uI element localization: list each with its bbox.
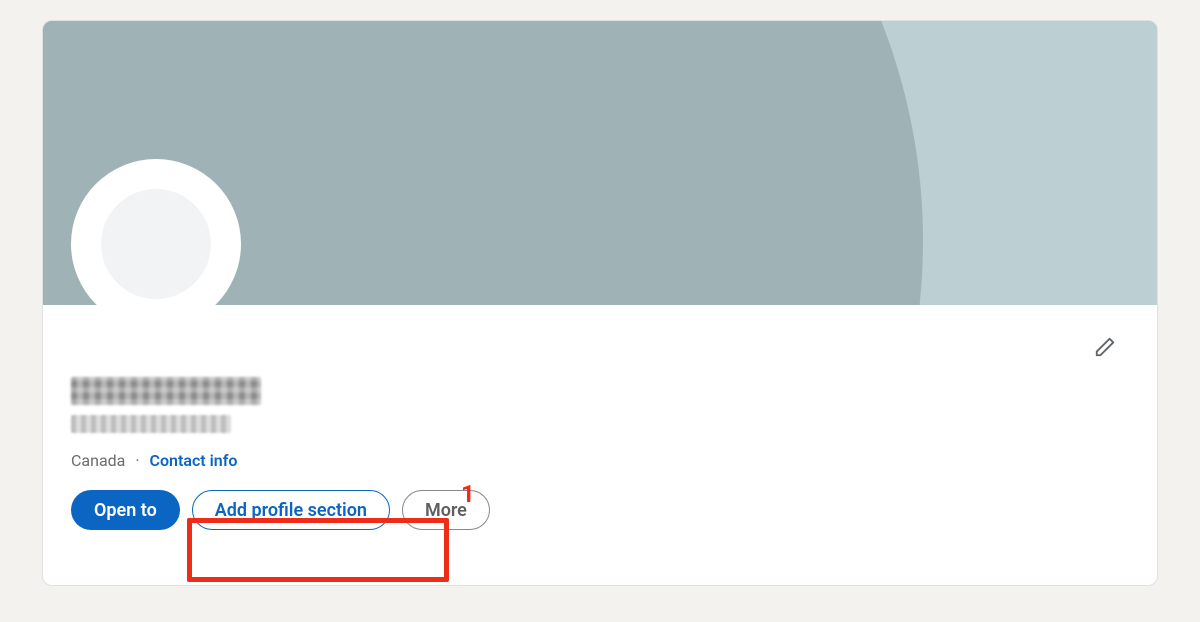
location-text: Canada: [71, 451, 125, 470]
avatar-placeholder-icon: [101, 189, 211, 299]
action-button-row: Open to Add profile section More: [71, 490, 1129, 530]
profile-name-redacted: [71, 377, 261, 405]
profile-body: Canada · Contact info Open to Add profil…: [43, 305, 1157, 585]
profile-headline-redacted: [71, 415, 231, 433]
more-button[interactable]: More: [402, 490, 490, 530]
contact-info-link[interactable]: Contact info: [150, 451, 238, 470]
profile-card: Canada · Contact info Open to Add profil…: [42, 20, 1158, 586]
separator-dot: ·: [135, 451, 139, 470]
location-row: Canada · Contact info: [71, 451, 1129, 470]
open-to-button[interactable]: Open to: [71, 490, 180, 530]
pencil-icon: [1094, 336, 1116, 358]
avatar[interactable]: [71, 159, 241, 329]
add-profile-section-button[interactable]: Add profile section: [192, 490, 390, 530]
edit-profile-button[interactable]: [1087, 329, 1123, 365]
